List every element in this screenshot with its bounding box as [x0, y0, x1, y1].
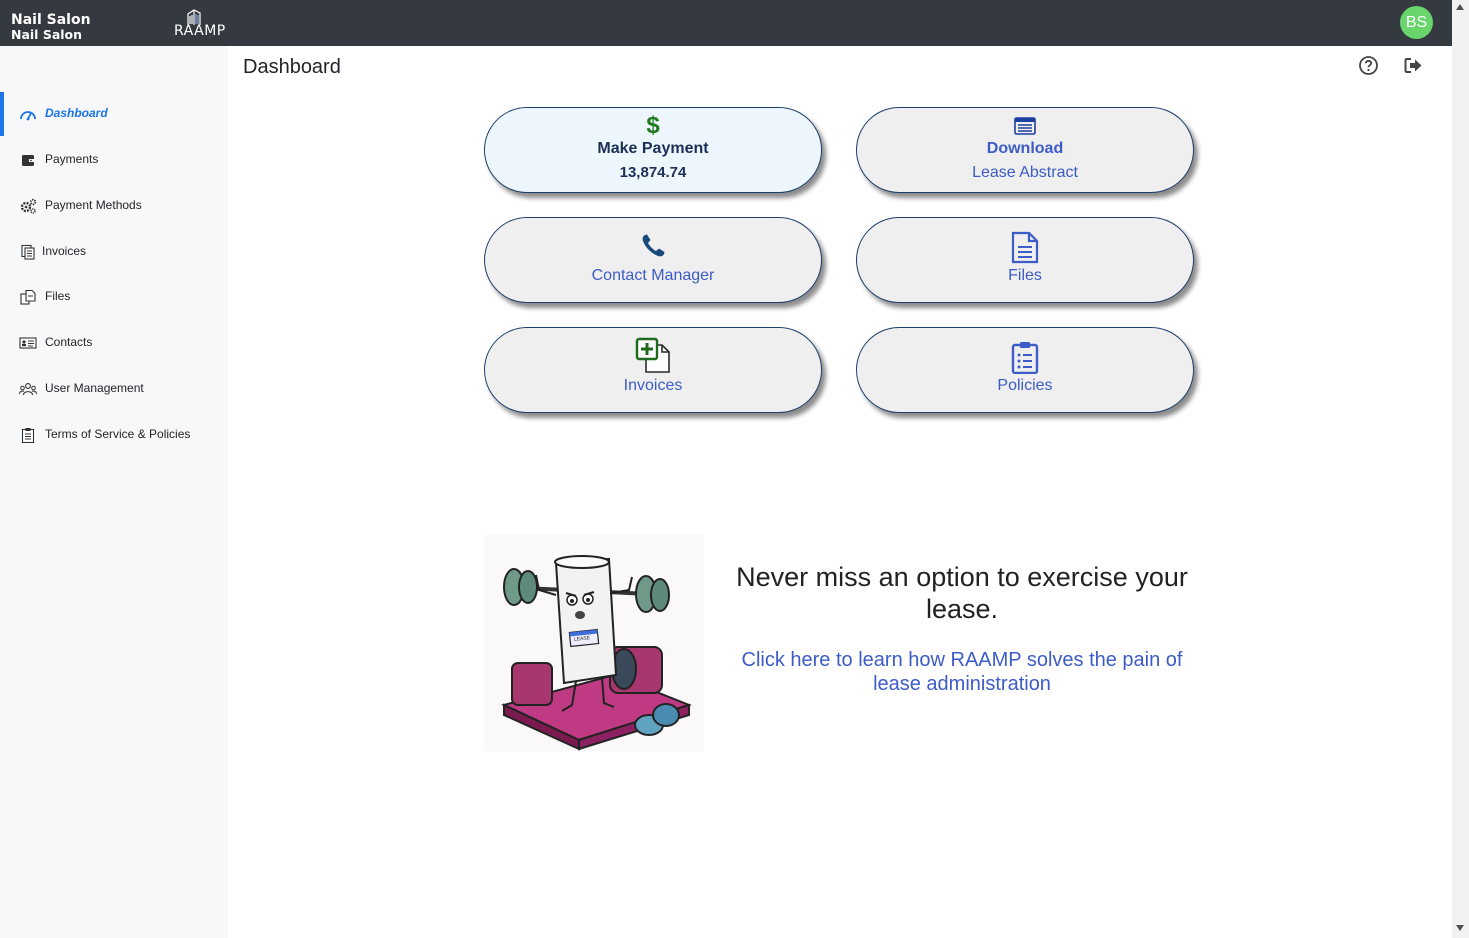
gauge-icon [20, 111, 36, 121]
policies-button[interactable]: Policies [856, 327, 1194, 413]
sidebar-item-label: Contacts [45, 335, 93, 349]
lease-weightlifting-illustration: LEASE [484, 535, 704, 751]
download-lease-abstract-button[interactable]: Download Lease Abstract [856, 107, 1194, 193]
sidebar-item-files[interactable]: Files [0, 275, 228, 319]
files-label: Files [1008, 267, 1042, 284]
tenant-brand[interactable]: Nail Salon Nail Salon [11, 13, 91, 42]
raamp-logo[interactable]: RAAMP [172, 5, 236, 41]
add-file-icon [635, 337, 670, 373]
document-list-icon [1014, 117, 1036, 135]
scroll-down-arrow-icon[interactable] [1456, 925, 1464, 931]
clipboard-list-icon [1011, 342, 1039, 374]
sidebar-item-label: Invoices [42, 244, 87, 258]
vertical-scrollbar[interactable] [1452, 0, 1469, 938]
page-title: Dashboard [243, 56, 341, 78]
gears-icon [20, 198, 37, 214]
contact-manager-button[interactable]: Contact Manager [484, 217, 822, 303]
sidebar-item-label: Terms of Service & Policies [45, 427, 191, 441]
sidebar-item-user-management[interactable]: User Management [0, 367, 228, 411]
make-payment-label: Make Payment [597, 140, 709, 157]
users-icon [19, 383, 37, 396]
help-icon[interactable] [1358, 55, 1379, 76]
sidebar-item-contacts[interactable]: Contacts [0, 321, 228, 365]
sidebar: Dashboard Payments Payment Methods Invoi… [0, 46, 228, 938]
file-icon [1011, 231, 1039, 264]
contact-manager-label: Contact Manager [591, 267, 715, 284]
make-payment-button[interactable]: $ Make Payment 13,874.74 [484, 107, 822, 193]
top-bar: Nail Salon Nail Salon RAAMP BS [0, 0, 1452, 46]
logo-text: RAAMP [174, 23, 226, 39]
sidebar-item-payment-methods[interactable]: Payment Methods [0, 184, 228, 228]
balance-amount: 13,874.74 [619, 164, 687, 181]
sidebar-item-label: Payments [45, 152, 99, 166]
sidebar-item-label: Dashboard [45, 106, 108, 120]
sidebar-item-label: Files [45, 289, 71, 303]
logout-icon[interactable] [1403, 55, 1424, 76]
sidebar-item-label: Payment Methods [45, 198, 142, 212]
policies-label: Policies [997, 377, 1053, 394]
learn-more-link[interactable]: Click here to learn how RAAMP solves the… [722, 648, 1202, 696]
contact-card-icon [19, 337, 37, 349]
files-icon [20, 289, 36, 305]
promo-headline: Never miss an option to exercise your le… [736, 562, 1188, 624]
tenant-name: Nail Salon [11, 12, 91, 28]
files-button[interactable]: Files [856, 217, 1194, 303]
dollar-icon: $ [646, 112, 660, 139]
download-label: Download [986, 140, 1064, 157]
sidebar-item-payments[interactable]: Payments [0, 138, 228, 182]
lease-abstract-label: Lease Abstract [972, 164, 1078, 181]
clipboard-icon [21, 428, 35, 443]
tenant-subname: Nail Salon [11, 27, 83, 42]
sidebar-item-terms-policies[interactable]: Terms of Service & Policies [0, 413, 228, 457]
invoices-button[interactable]: Invoices [484, 327, 822, 413]
wallet-icon [22, 155, 34, 166]
phone-icon [642, 234, 665, 257]
invoice-icon [21, 244, 35, 260]
lease-mascot-illustration [501, 555, 692, 751]
sidebar-item-invoices[interactable]: Invoices [0, 230, 228, 274]
user-avatar[interactable]: BS [1400, 6, 1433, 39]
sidebar-item-label: User Management [45, 381, 144, 395]
sidebar-item-dashboard[interactable]: Dashboard [0, 92, 228, 136]
invoices-label: Invoices [623, 377, 683, 394]
scroll-up-arrow-icon[interactable] [1456, 4, 1464, 10]
